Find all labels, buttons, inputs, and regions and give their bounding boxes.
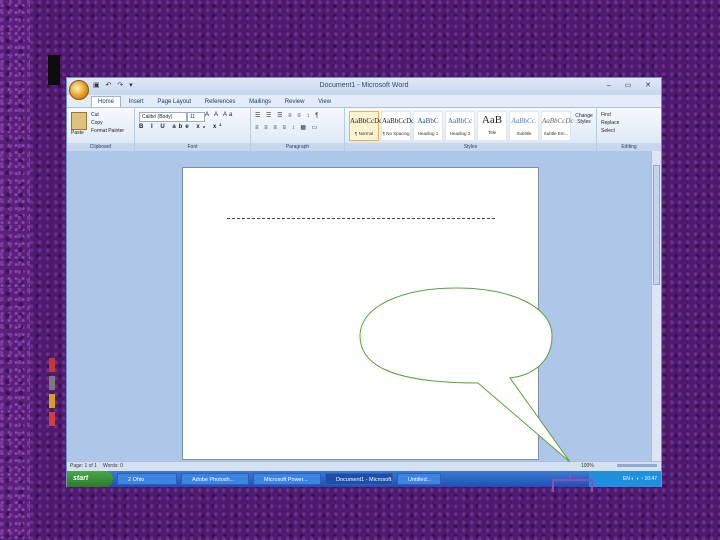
pointer-bracket	[552, 474, 593, 492]
callout-overlay	[359, 287, 593, 492]
office-button[interactable]	[69, 80, 89, 100]
speech-bubble-callout	[359, 287, 571, 463]
